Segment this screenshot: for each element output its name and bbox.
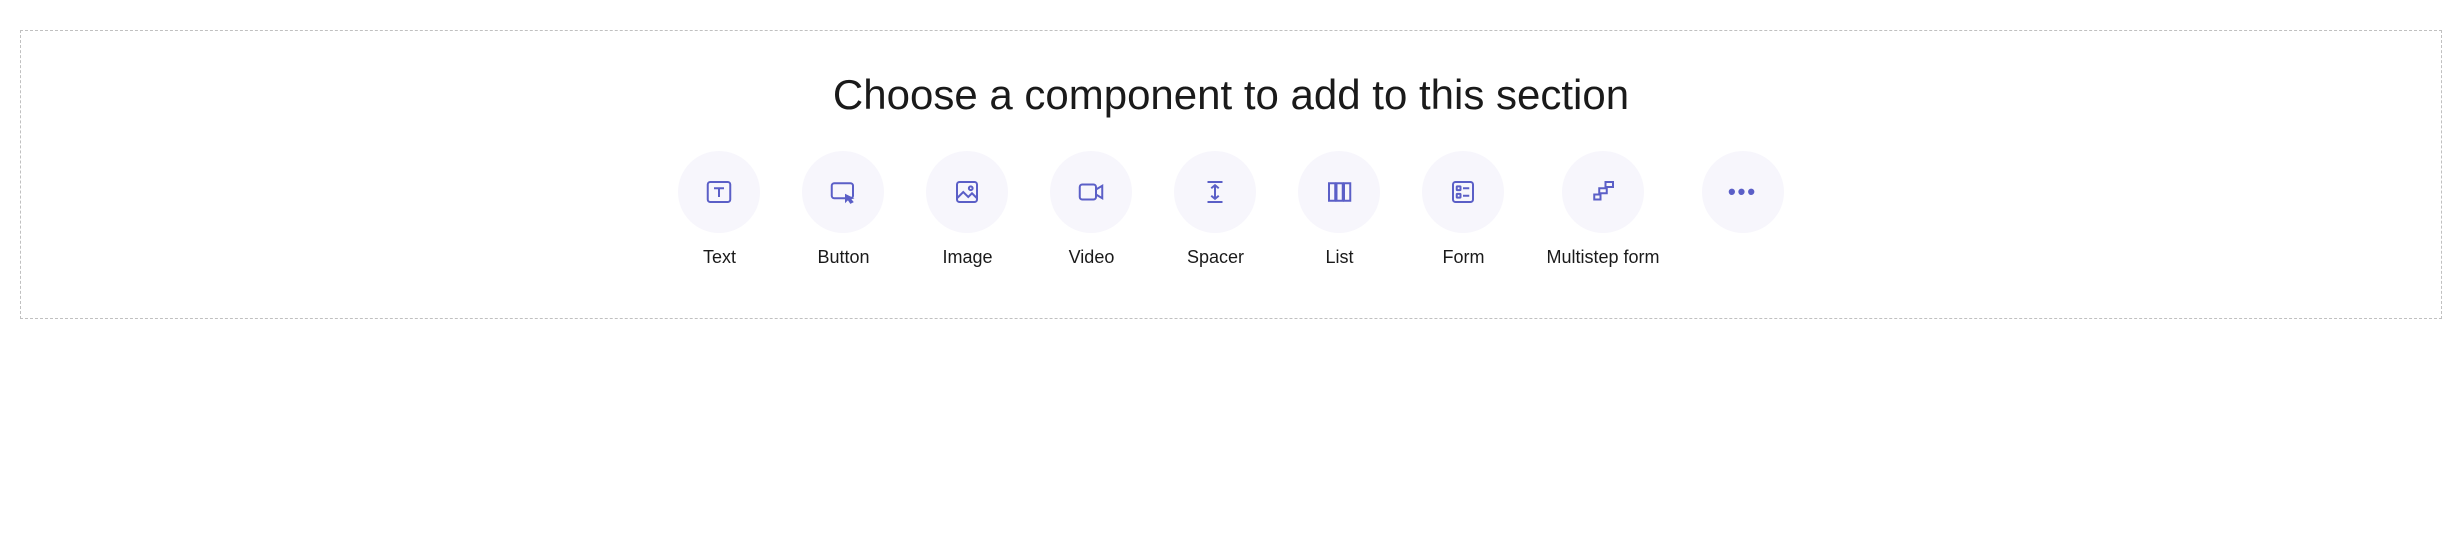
component-button-label: Button	[817, 247, 869, 268]
component-spacer[interactable]: Spacer	[1174, 151, 1256, 268]
button-icon-circle	[802, 151, 884, 233]
image-icon	[952, 177, 982, 207]
component-button[interactable]: Button	[802, 151, 884, 268]
component-video[interactable]: Video	[1050, 151, 1132, 268]
component-spacer-label: Spacer	[1187, 247, 1244, 268]
spacer-icon-circle	[1174, 151, 1256, 233]
text-icon	[704, 177, 734, 207]
component-form-label: Form	[1442, 247, 1484, 268]
component-image[interactable]: Image	[926, 151, 1008, 268]
form-icon-circle	[1422, 151, 1504, 233]
multistep-form-icon	[1588, 177, 1618, 207]
list-icon	[1324, 177, 1354, 207]
add-component-section: Choose a component to add to this sectio…	[20, 30, 2442, 319]
component-text-label: Text	[703, 247, 736, 268]
video-icon-circle	[1050, 151, 1132, 233]
text-icon-circle	[678, 151, 760, 233]
component-text[interactable]: Text	[678, 151, 760, 268]
image-icon-circle	[926, 151, 1008, 233]
form-icon	[1448, 177, 1478, 207]
component-options-row: Text Button Image	[51, 151, 2411, 268]
more-icon: •••	[1728, 179, 1757, 205]
video-icon	[1076, 177, 1106, 207]
component-list-label: List	[1325, 247, 1353, 268]
component-list[interactable]: List	[1298, 151, 1380, 268]
component-image-label: Image	[942, 247, 992, 268]
spacer-icon	[1200, 177, 1230, 207]
section-title: Choose a component to add to this sectio…	[51, 71, 2411, 119]
component-form[interactable]: Form	[1422, 151, 1504, 268]
component-video-label: Video	[1069, 247, 1115, 268]
component-more[interactable]: •••	[1702, 151, 1784, 268]
component-multistep-form[interactable]: Multistep form	[1546, 151, 1659, 268]
list-icon-circle	[1298, 151, 1380, 233]
multistep-form-icon-circle	[1562, 151, 1644, 233]
component-multistep-form-label: Multistep form	[1546, 247, 1659, 268]
more-icon-circle: •••	[1702, 151, 1784, 233]
button-icon	[828, 177, 858, 207]
